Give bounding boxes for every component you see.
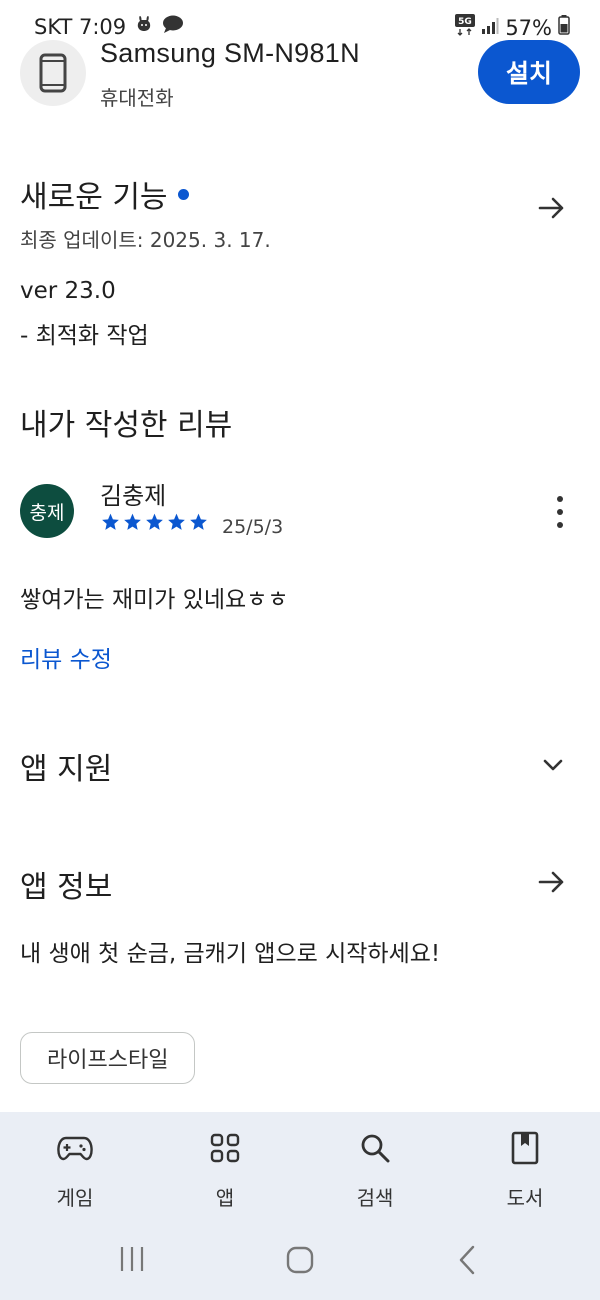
review-date: 25/5/3	[222, 516, 284, 538]
app-description: 내 생애 첫 순금, 금캐기 앱으로 시작하세요!	[20, 941, 441, 967]
nav-books-label: 도서	[506, 1186, 544, 1210]
nav-books[interactable]: 도서	[475, 1128, 575, 1211]
star-rating	[100, 512, 209, 532]
app-info-title[interactable]: 앱 정보	[20, 862, 112, 906]
star-icon	[168, 513, 185, 530]
chevron-down-icon[interactable]	[540, 752, 566, 782]
network-label: 5G	[458, 17, 472, 27]
book-icon	[511, 1128, 539, 1168]
category-chip[interactable]: 라이프스타일	[20, 1032, 196, 1084]
nav-apps[interactable]: 앱	[175, 1128, 275, 1211]
star-icon	[102, 513, 119, 530]
nav-search[interactable]: 검색	[325, 1128, 425, 1211]
phone-device-icon	[20, 40, 86, 106]
nav-games[interactable]: 게임	[25, 1128, 125, 1211]
my-review-title: 내가 작성한 리뷰	[20, 408, 233, 443]
app-support-title[interactable]: 앱 지원	[20, 744, 112, 788]
star-icon	[146, 513, 163, 530]
device-name: Samsung SM-N981N	[100, 38, 360, 68]
avatar: 충제	[20, 484, 74, 538]
star-icon	[124, 513, 141, 530]
gamepad-icon	[57, 1128, 93, 1168]
nav-games-label: 게임	[56, 1186, 94, 1210]
back-icon[interactable]	[456, 1244, 480, 1276]
review-text: 쌓여가는 재미가 있네요ㅎㅎ	[20, 587, 289, 613]
star-icon	[190, 513, 207, 530]
new-indicator-dot	[177, 189, 189, 200]
home-icon[interactable]	[284, 1244, 316, 1276]
last-updated: 최종 업데이트: 2025. 3. 17.	[20, 228, 271, 252]
reviewer-name: 김충제	[100, 482, 167, 510]
device-type: 휴대전화	[100, 86, 174, 110]
edit-review-link[interactable]: 리뷰 수정	[20, 640, 112, 674]
more-options-icon[interactable]	[548, 492, 572, 532]
nav-search-label: 검색	[356, 1186, 394, 1210]
search-icon	[359, 1128, 391, 1168]
app-header: Samsung SM-N981N 휴대전화 설치	[0, 30, 600, 120]
whats-new-arrow-icon[interactable]	[536, 192, 568, 228]
whats-new-title: 새로운 기능	[20, 180, 168, 215]
apps-grid-icon	[210, 1128, 240, 1168]
change-text: - 최적화 작업	[20, 323, 149, 349]
install-button[interactable]: 설치	[478, 40, 580, 104]
whats-new-title-row: 새로운 기능	[20, 172, 580, 216]
app-info-arrow-icon[interactable]	[536, 866, 568, 902]
whats-new-header[interactable]: 새로운 기능 최종 업데이트: 2025. 3. 17.	[20, 172, 580, 253]
nav-apps-label: 앱	[215, 1186, 235, 1210]
version-text: ver 23.0	[20, 278, 116, 304]
recent-apps-icon[interactable]	[118, 1244, 146, 1274]
system-navigation-bar	[0, 1228, 600, 1292]
